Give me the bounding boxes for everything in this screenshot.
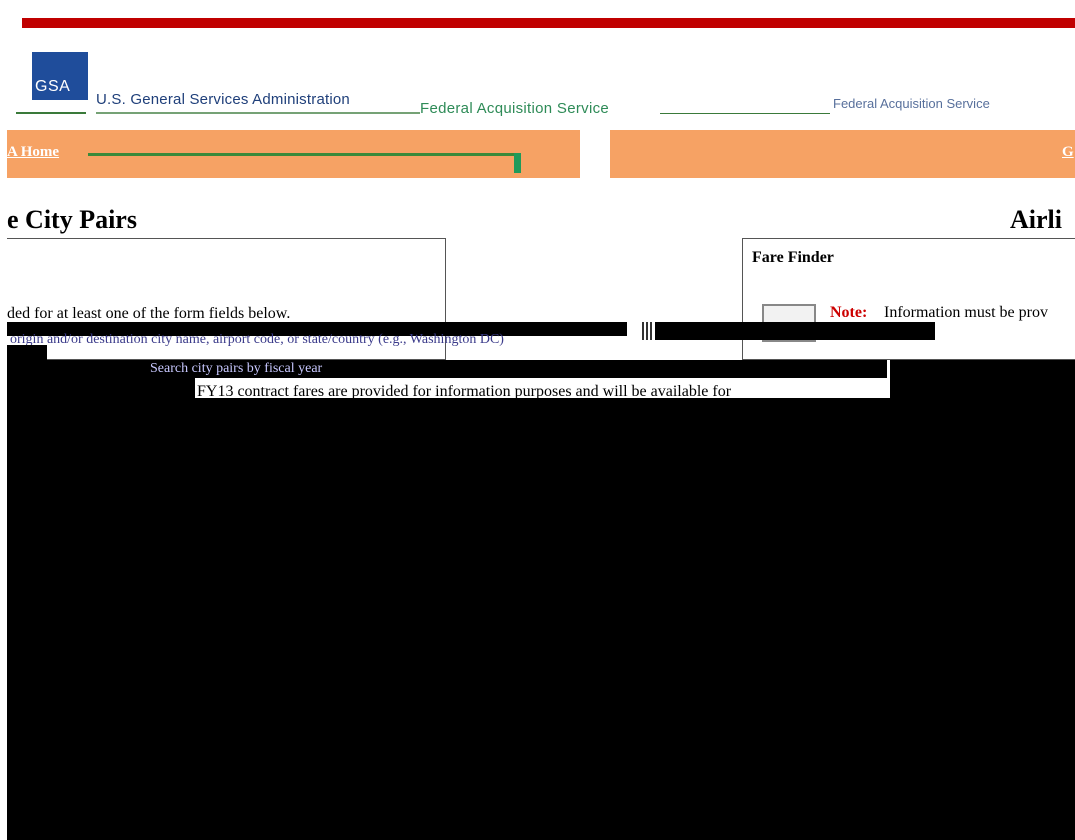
nav-green-marker: [514, 153, 521, 173]
nav-green-line: [88, 153, 516, 156]
render-artifact-block: [655, 322, 935, 340]
gsa-home-link[interactable]: A Home: [7, 144, 59, 161]
header-rule-right: [660, 113, 830, 114]
page-title: e City Pairs: [7, 205, 137, 234]
unrendered-content-area: [7, 398, 1075, 840]
nav-bar-right: [610, 130, 1075, 178]
agency-name: U.S. General Services Administration: [96, 91, 350, 108]
service-name-right: Federal Acquisition Service: [833, 96, 990, 111]
form-requirement-text: ded for at least one of the form fields …: [7, 305, 291, 322]
note-text: Information must be prov: [884, 304, 1048, 321]
airline-title: Airli: [1010, 205, 1062, 234]
gsa-logo[interactable]: GSA: [32, 52, 88, 100]
render-artifact-strip: [7, 360, 887, 378]
render-artifact-ticks: [642, 322, 654, 345]
header-rule-left: [16, 112, 86, 114]
gsa-logo-text: GSA: [35, 78, 71, 95]
service-name: Federal Acquisition Service: [420, 100, 610, 117]
nav-right-link[interactable]: G: [1062, 144, 1074, 161]
note-label: Note:: [830, 304, 868, 321]
header-rule-mid: [96, 112, 420, 114]
fare-finder-title: Fare Finder: [752, 249, 834, 266]
render-artifact-lower: [7, 378, 195, 400]
top-red-bar: [22, 18, 1075, 28]
render-artifact-right: [890, 360, 1075, 400]
garbled-fiscal-year-text: Search city pairs by fiscal year: [150, 361, 323, 376]
